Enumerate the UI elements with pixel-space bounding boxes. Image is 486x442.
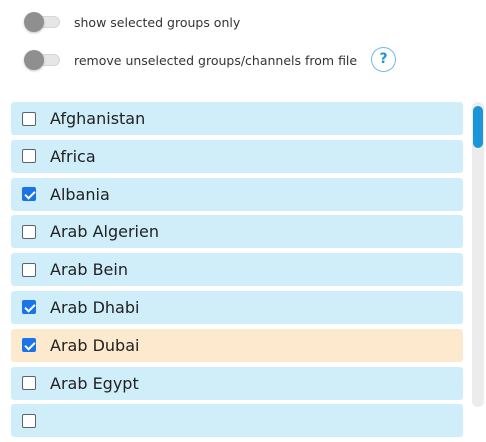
group-checkbox[interactable] (22, 376, 36, 391)
list-item[interactable]: Arab Algerien (11, 215, 463, 249)
group-checkbox[interactable] (22, 149, 36, 164)
list-item[interactable]: Arab Dhabi (11, 290, 463, 324)
switch-knob (24, 50, 44, 70)
list-item[interactable]: Africa (11, 139, 463, 173)
show-selected-toggle-row: show selected groups only (24, 12, 241, 32)
group-checkbox[interactable] (22, 338, 36, 353)
list-item[interactable]: Arab Bein (11, 253, 463, 287)
list-item[interactable]: Albania (11, 177, 463, 211)
list-item[interactable]: Afghanistan (11, 102, 463, 135)
group-label: Arab Dhabi (50, 297, 140, 317)
group-checkbox[interactable] (22, 187, 36, 202)
group-list: Afghanistan Africa Albania Arab Algerien… (11, 102, 463, 442)
group-label: Arab Dubai (50, 335, 140, 355)
group-label: Arab Algerien (50, 222, 159, 242)
group-checkbox[interactable] (22, 111, 36, 126)
help-icon[interactable]: ? (371, 47, 396, 72)
group-label: Arab Egypt (50, 373, 139, 393)
group-label: Afghanistan (50, 109, 146, 128)
list-item[interactable]: Arab Egypt (11, 366, 463, 400)
show-selected-groups-label: show selected groups only (74, 14, 241, 30)
group-checkbox[interactable] (22, 300, 36, 315)
remove-unselected-label: remove unselected groups/channels from f… (74, 52, 358, 68)
group-label: Albania (50, 184, 110, 204)
list-scrollbar[interactable] (472, 102, 484, 407)
group-checkbox[interactable] (22, 413, 36, 428)
switch-knob (24, 12, 44, 32)
list-item[interactable]: Arab Dubai (11, 328, 463, 362)
group-checkbox[interactable] (22, 262, 36, 277)
remove-unselected-switch[interactable] (24, 50, 60, 70)
scrollbar-thumb[interactable] (473, 106, 483, 148)
remove-unselected-toggle-row: remove unselected groups/channels from f… (24, 50, 358, 70)
list-item[interactable] (11, 404, 463, 438)
group-checkbox[interactable] (22, 224, 36, 239)
group-label: Arab Bein (50, 260, 128, 280)
group-label: Africa (50, 146, 96, 166)
show-selected-groups-switch[interactable] (24, 12, 60, 32)
